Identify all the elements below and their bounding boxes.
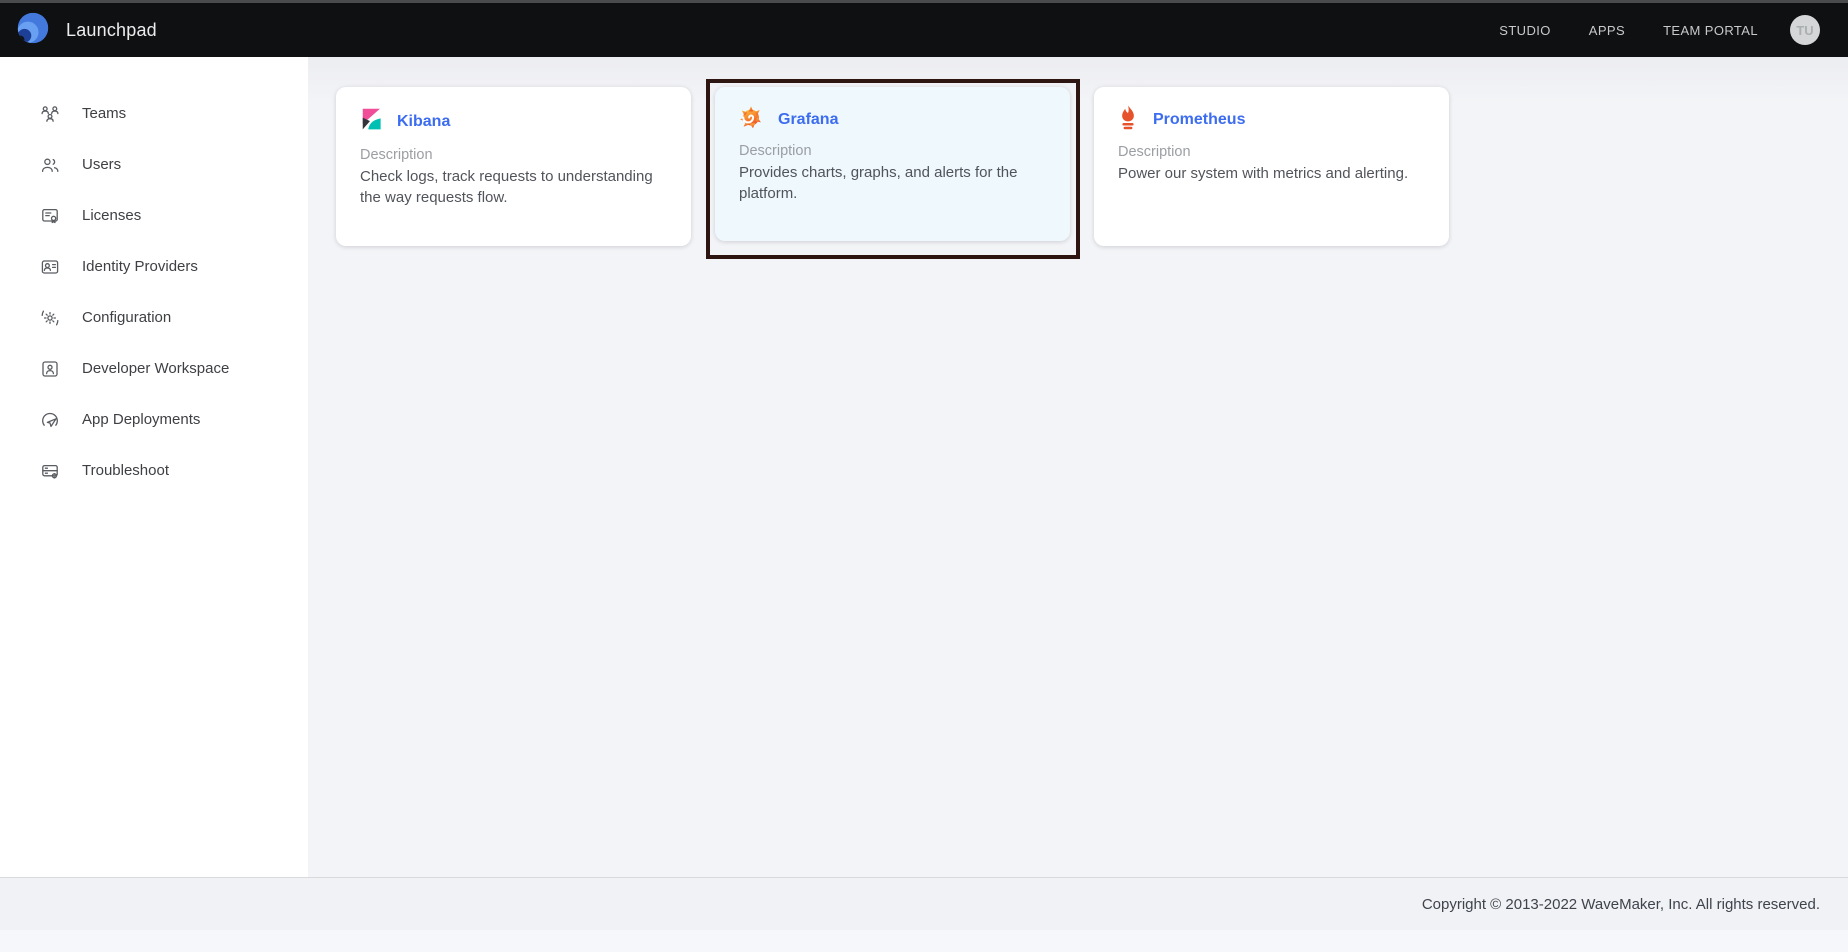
app-card-header: Kibana (360, 105, 667, 138)
nav-apps[interactable]: APPS (1589, 23, 1625, 38)
sidebar-item-users[interactable]: Users (0, 139, 308, 190)
kibana-logo-icon (360, 105, 382, 138)
top-nav: STUDIO APPS TEAM PORTAL (1499, 23, 1758, 38)
sidebar-item-app-deployments[interactable]: App Deployments (0, 394, 308, 445)
app-description: Provides charts, graphs, and alerts for … (739, 162, 1046, 204)
bottom-strip (0, 930, 1848, 952)
sidebar: Teams Users Li (0, 57, 308, 877)
prometheus-logo-icon (1118, 105, 1138, 135)
sidebar-item-troubleshoot[interactable]: Troubleshoot (0, 445, 308, 496)
developer-workspace-icon (40, 359, 60, 379)
footer: Copyright © 2013-2022 WaveMaker, Inc. Al… (0, 877, 1848, 930)
sidebar-item-teams[interactable]: Teams (0, 88, 308, 139)
app-card-header: Prometheus (1118, 105, 1425, 135)
sidebar-item-label: App Deployments (82, 411, 200, 428)
brand: Launchpad (16, 11, 157, 50)
app-card-kibana[interactable]: Kibana Description Check logs, track req… (336, 87, 691, 246)
app-card-slot-grafana: Grafana Description Provides charts, gra… (715, 87, 1070, 241)
sidebar-item-label: Identity Providers (82, 258, 198, 275)
app-name: Grafana (778, 111, 838, 129)
page-title: Launchpad (66, 20, 157, 41)
sidebar-item-licenses[interactable]: Licenses (0, 190, 308, 241)
content-area: Kibana Description Check logs, track req… (308, 57, 1848, 877)
nav-team-portal[interactable]: TEAM PORTAL (1663, 23, 1758, 38)
nav-studio[interactable]: STUDIO (1499, 23, 1551, 38)
sidebar-item-label: Troubleshoot (82, 462, 169, 479)
wavemaker-logo-icon (16, 11, 50, 50)
sidebar-item-label: Teams (82, 105, 126, 122)
description-label: Description (1118, 144, 1425, 160)
app-card-header: Grafana (739, 105, 1046, 134)
app-name: Kibana (397, 113, 450, 131)
app-deployments-icon (40, 410, 60, 430)
user-avatar[interactable]: TU (1790, 15, 1820, 45)
copyright-text: Copyright © 2013-2022 WaveMaker, Inc. Al… (1422, 896, 1820, 913)
sidebar-item-label: Developer Workspace (82, 360, 229, 377)
sidebar-item-configuration[interactable]: Configuration (0, 292, 308, 343)
sidebar-item-identity-providers[interactable]: Identity Providers (0, 241, 308, 292)
grafana-logo-icon (739, 105, 763, 134)
configuration-icon (40, 308, 60, 328)
identity-providers-icon (40, 257, 60, 277)
teams-icon (40, 104, 60, 124)
app-card-slot-prometheus: Prometheus Description Power our system … (1094, 87, 1449, 246)
sidebar-item-developer-workspace[interactable]: Developer Workspace (0, 343, 308, 394)
troubleshoot-icon (40, 461, 60, 481)
licenses-icon (40, 206, 60, 226)
app-header: Launchpad STUDIO APPS TEAM PORTAL TU (0, 3, 1848, 57)
users-icon (40, 155, 60, 175)
sidebar-item-label: Users (82, 156, 121, 173)
app-card-grafana[interactable]: Grafana Description Provides charts, gra… (715, 87, 1070, 241)
app-card-prometheus[interactable]: Prometheus Description Power our system … (1094, 87, 1449, 246)
app-name: Prometheus (1153, 111, 1245, 129)
description-label: Description (360, 147, 667, 163)
app-cards: Kibana Description Check logs, track req… (336, 87, 1848, 246)
description-label: Description (739, 143, 1046, 159)
sidebar-item-label: Configuration (82, 309, 171, 326)
app-description: Power our system with metrics and alerti… (1118, 163, 1425, 184)
app-description: Check logs, track requests to understand… (360, 166, 667, 208)
sidebar-item-label: Licenses (82, 207, 141, 224)
app-card-slot-kibana: Kibana Description Check logs, track req… (336, 87, 691, 246)
